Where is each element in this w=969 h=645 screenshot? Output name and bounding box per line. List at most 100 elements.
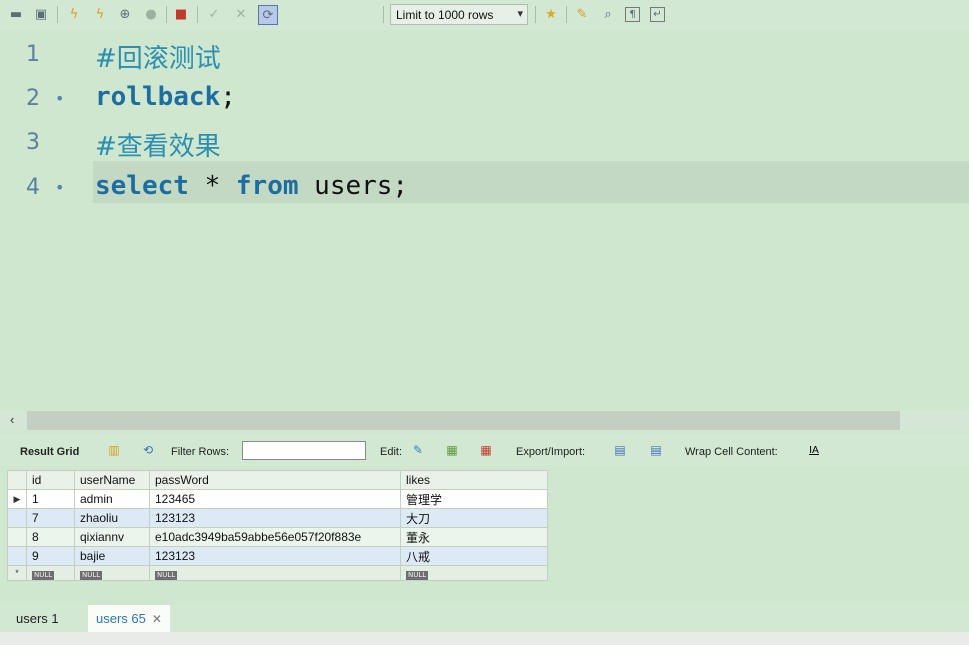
export-import-label: Export/Import: xyxy=(516,446,586,458)
grid-cell[interactable]: NULL xyxy=(74,565,150,581)
tab-label: users 1 xyxy=(16,611,59,626)
grid-cell[interactable]: 大刀 xyxy=(400,508,548,528)
code-token: select xyxy=(95,171,189,201)
tab-label: users 65 xyxy=(96,611,146,626)
add-snippet-icon[interactable]: ★ xyxy=(542,5,560,23)
grid-cell[interactable]: 1 xyxy=(26,489,75,509)
result-tabs: users 1 users 65 ✕ xyxy=(0,605,969,632)
grid-cell[interactable]: NULL xyxy=(400,565,548,581)
column-header-password[interactable]: passWord xyxy=(149,470,401,490)
row-gutter[interactable] xyxy=(7,527,27,547)
table-row[interactable]: 8 qixiannv e10adc3949ba59abbe56e057f20f883… xyxy=(7,527,548,547)
null-badge: NULL xyxy=(155,571,178,580)
code-line[interactable]: 4 • select * from users; xyxy=(0,169,969,213)
close-icon[interactable]: ✕ xyxy=(152,612,162,626)
grid-layout-icon[interactable]: ▥ xyxy=(106,443,122,457)
toggle-error-icon[interactable]: ■ xyxy=(172,5,190,23)
line-number: 4 xyxy=(26,175,40,200)
grid-cell[interactable]: 7 xyxy=(26,508,75,528)
line-number: 3 xyxy=(26,130,40,155)
grid-cell[interactable]: NULL xyxy=(26,565,75,581)
grid-cell[interactable]: 八戒 xyxy=(400,546,548,566)
code-token: users; xyxy=(298,171,409,201)
grid-cell[interactable]: qixiannv xyxy=(74,527,150,547)
grid-header-row: id userName passWord likes xyxy=(7,470,548,490)
code-line[interactable]: 2 • rollback; xyxy=(0,80,969,124)
grid-cell[interactable]: 8 xyxy=(26,527,75,547)
beautify-icon[interactable]: ✎ xyxy=(573,5,591,23)
grid-cell[interactable]: 管理学 xyxy=(400,489,548,509)
grid-cell[interactable]: admin xyxy=(74,489,150,509)
refresh-icon[interactable]: ⟲ xyxy=(140,443,156,457)
autocommit-icon[interactable]: ⟳ xyxy=(258,5,278,25)
null-badge: NULL xyxy=(32,571,55,580)
new-row[interactable]: * NULL NULL NULL NULL xyxy=(7,565,548,581)
tab-users-1[interactable]: users 1 xyxy=(8,605,67,632)
edit-row-icon[interactable]: ✎ xyxy=(410,443,426,457)
row-gutter[interactable] xyxy=(7,508,27,528)
tab-users-65[interactable]: users 65 ✕ xyxy=(88,605,170,632)
import-icon[interactable]: ▤ xyxy=(648,443,664,457)
limit-rows-value: Limit to 1000 rows xyxy=(396,8,494,22)
toolbar-separator xyxy=(57,6,58,23)
bottom-panel-strip xyxy=(0,632,969,645)
grid-cell[interactable]: 123123 xyxy=(149,508,401,528)
filter-rows-input[interactable] xyxy=(242,441,366,460)
rollback-icon[interactable]: ✕ xyxy=(232,5,250,23)
code-token: rollback xyxy=(95,82,221,112)
folder-open-icon[interactable]: ▬ xyxy=(7,5,25,23)
find-icon[interactable]: ⌕ xyxy=(599,5,617,23)
insert-row-icon[interactable]: ▦ xyxy=(444,443,460,457)
toolbar-separator xyxy=(566,6,567,23)
execute-icon[interactable]: ϟ xyxy=(65,5,83,23)
grid-cell[interactable]: 123123 xyxy=(149,546,401,566)
grid-cell[interactable]: zhaoliu xyxy=(74,508,150,528)
toolbar-separator xyxy=(166,6,167,23)
scrollbar-track[interactable] xyxy=(27,411,900,430)
table-row[interactable]: ▶ 1 admin 123465 管理学 xyxy=(7,489,548,509)
line-number: 1 xyxy=(26,42,40,67)
code-line[interactable]: 1 #回滚测试 xyxy=(0,36,969,80)
wrap-cell-toggle-icon[interactable]: IA xyxy=(806,443,822,457)
sql-editor[interactable]: 1 #回滚测试 2 • rollback; 3 #查看效果 4 • select * from u… xyxy=(0,30,969,410)
limit-rows-select[interactable]: Limit to 1000 rows ▾ xyxy=(390,4,528,25)
grid-cell[interactable]: e10adc3949ba59abbe56e057f20f883e xyxy=(149,527,401,547)
save-icon[interactable]: ▣ xyxy=(32,5,50,23)
result-grid-label[interactable]: Result Grid xyxy=(20,446,79,458)
code-line[interactable]: 3 #查看效果 xyxy=(0,124,969,168)
grid-cell[interactable]: 9 xyxy=(26,546,75,566)
invisible-chars-icon[interactable]: ¶ xyxy=(625,7,640,22)
table-row[interactable]: 7 zhaoliu 123123 大刀 xyxy=(7,508,548,528)
grid-cell[interactable]: bajie xyxy=(74,546,150,566)
grid-cell[interactable]: NULL xyxy=(149,565,401,581)
code-text: #查看效果 xyxy=(95,126,221,163)
filter-rows-label: Filter Rows: xyxy=(171,446,230,458)
explain-icon[interactable]: ⊕ xyxy=(116,5,134,23)
word-wrap-icon[interactable]: ↵ xyxy=(650,7,665,22)
column-header-username[interactable]: userName xyxy=(74,470,150,490)
editor-horizontal-scrollbar[interactable]: ‹ xyxy=(0,410,969,431)
delete-row-icon[interactable]: ▦ xyxy=(478,443,494,457)
row-gutter-header xyxy=(7,470,27,490)
code-text: rollback; xyxy=(95,82,236,112)
selected-row-icon[interactable]: ▶ xyxy=(7,489,27,509)
table-row[interactable]: 9 bajie 123123 八戒 xyxy=(7,546,548,566)
commit-icon[interactable]: ✓ xyxy=(205,5,223,23)
grid-cell[interactable]: 123465 xyxy=(149,489,401,509)
code-token: #查看效果 xyxy=(95,132,221,162)
statement-marker-icon: • xyxy=(55,89,65,108)
stop-icon[interactable]: ● xyxy=(142,5,160,23)
column-header-id[interactable]: id xyxy=(26,470,75,490)
toolbar-separator xyxy=(535,6,536,23)
grid-cell[interactable]: 董永 xyxy=(400,527,548,547)
result-toolbar: Result Grid ▥ ⟲ Filter Rows: Edit: ✎ ▦ ▦… xyxy=(0,434,969,466)
export-icon[interactable]: ▤ xyxy=(612,443,628,457)
code-token: ; xyxy=(220,82,236,112)
scroll-left-icon[interactable]: ‹ xyxy=(10,412,14,427)
code-token: #回滚测试 xyxy=(95,44,221,74)
execute-current-icon[interactable]: ϟ xyxy=(91,5,109,23)
row-gutter[interactable] xyxy=(7,546,27,566)
result-grid[interactable]: id userName passWord likes ▶ 1 admin 123465… xyxy=(7,470,548,581)
column-header-likes[interactable]: likes xyxy=(400,470,548,490)
sql-editor-toolbar: ▬ ▣ ϟ ϟ ⊕ ● ■ ✓ ✕ ⟳ Limit to 1000 rows ▾… xyxy=(0,0,969,30)
